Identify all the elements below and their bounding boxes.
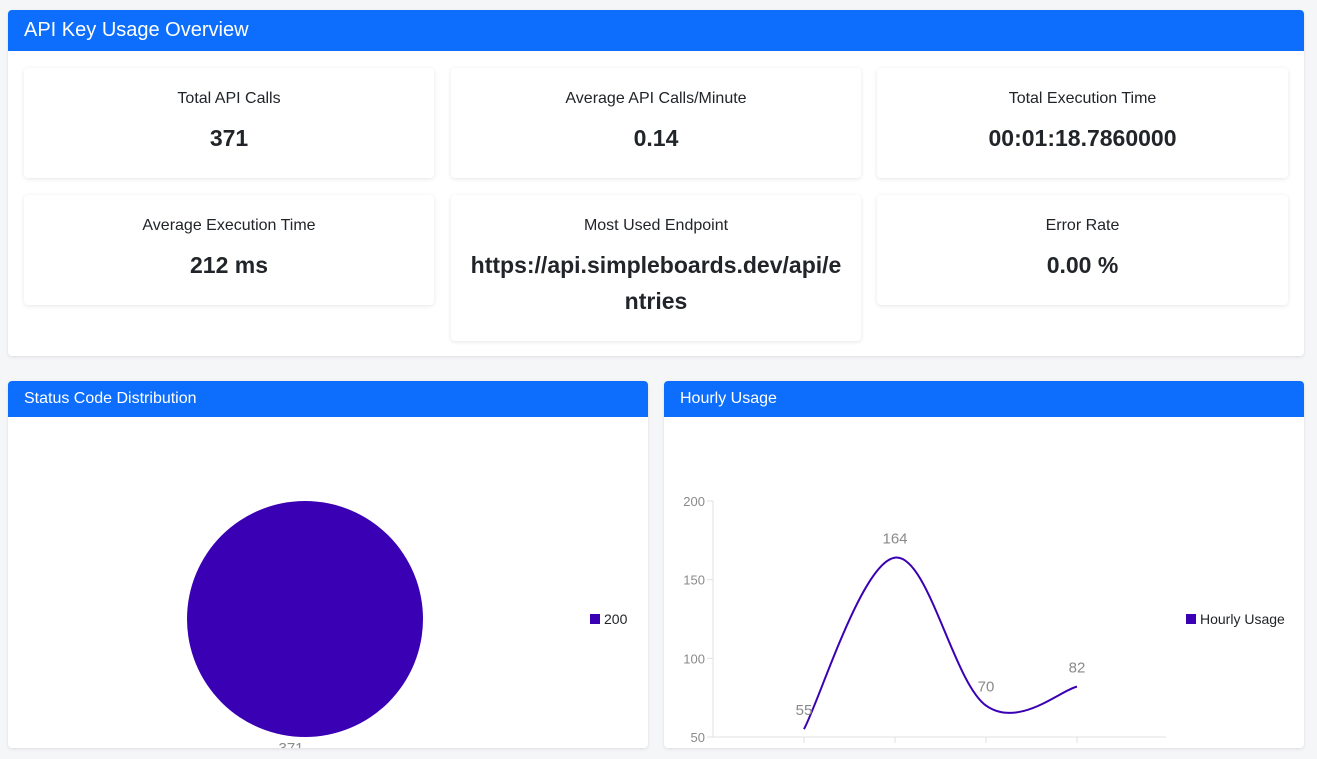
pie-legend-label[interactable]: 200	[604, 611, 628, 627]
overview-title: API Key Usage Overview	[8, 10, 1304, 51]
pie-slice-data-label: 371	[278, 740, 303, 748]
status-code-pie-chart: 371 200	[187, 501, 628, 748]
metric-value: 212 ms	[189, 252, 268, 278]
metric-label: Most Used Endpoint	[583, 217, 729, 234]
status-code-panel: Status Code Distribution 371 200	[8, 381, 648, 748]
data-point-label: 70	[978, 679, 995, 696]
metric-card-total-execution-time: Total Execution Time 00:01:18.7860000	[877, 68, 1288, 178]
metric-card-average-api-calls: Average API Calls/Minute 0.14	[451, 68, 861, 178]
x-tick-label: 12 13:00	[1052, 745, 1103, 748]
metric-value: 00:01:18.7860000	[988, 125, 1177, 151]
hourly-usage-panel: Hourly Usage 50 100 150 200 10 16:00 10 17:0…	[664, 381, 1304, 748]
x-tick-label: 10 16:00	[779, 745, 830, 748]
metric-value: 371	[209, 125, 249, 151]
y-tick-label: 150	[683, 573, 705, 588]
data-point-label: 82	[1069, 660, 1086, 677]
metric-card-average-execution-time: Average Execution Time 212 ms	[24, 195, 434, 305]
hourly-usage-series-line	[803, 556, 1078, 730]
metric-value: 0.00 %	[1046, 252, 1119, 278]
metric-value: https://api.simpleboards.dev/api/entries	[470, 252, 842, 314]
metric-label: Error Rate	[1045, 217, 1120, 234]
hourly-usage-title: Hourly Usage	[664, 381, 1304, 417]
data-point-labels: 55 164 70 82	[796, 531, 1086, 719]
status-code-title: Status Code Distribution	[8, 381, 648, 417]
y-tick-label: 50	[691, 730, 705, 745]
pie-slices	[187, 501, 423, 737]
y-axis-ticks: 50 100 150 200	[683, 494, 713, 745]
hourly-usage-line-chart: 50 100 150 200 10 16:00 10 17:00 11 16:00 12 1…	[683, 494, 1285, 748]
line-legend-label[interactable]: Hourly Usage	[1200, 611, 1285, 627]
data-point-label: 55	[796, 702, 813, 719]
overview-panel: API Key Usage Overview Total API Calls 3…	[8, 10, 1304, 356]
line-legend-swatch[interactable]	[1186, 614, 1196, 624]
x-axis-ticks: 10 16:00 10 17:00 11 16:00 12 13:00	[779, 737, 1103, 748]
metric-label: Average API Calls/Minute	[565, 90, 747, 107]
metric-card-total-api-calls: Total API Calls 371	[24, 68, 434, 178]
metric-label: Total Execution Time	[1008, 90, 1157, 107]
metric-label: Total API Calls	[177, 90, 281, 107]
data-point-label: 164	[882, 531, 907, 548]
metric-card-most-used-endpoint: Most Used Endpoint https://api.simpleboa…	[451, 195, 861, 341]
x-tick-label: 10 17:00	[870, 745, 921, 748]
y-tick-label: 200	[683, 494, 705, 509]
metric-card-error-rate: Error Rate 0.00 %	[877, 195, 1288, 305]
metric-value: 0.14	[633, 125, 679, 151]
y-tick-label: 100	[683, 651, 705, 666]
pie-legend-swatch[interactable]	[590, 614, 600, 624]
metric-label: Average Execution Time	[142, 217, 316, 234]
x-tick-label: 11 16:00	[961, 745, 1011, 748]
pie-slice[interactable]	[187, 501, 423, 737]
